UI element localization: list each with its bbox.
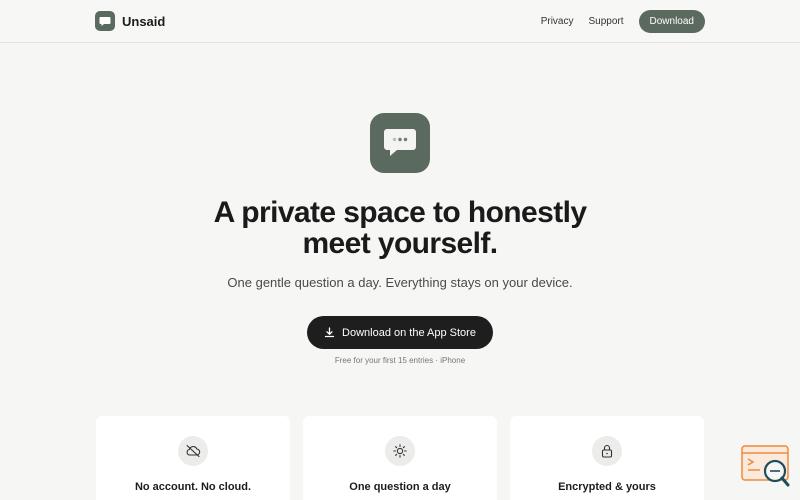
chat-bubble-icon xyxy=(370,113,430,173)
app-store-download-label: Download on the App Store xyxy=(342,326,476,339)
chat-bubble-icon xyxy=(95,11,115,31)
feature-card-no-account: No account. No cloud. xyxy=(96,416,290,500)
feature-card-encrypted: Encrypted & yours xyxy=(510,416,704,500)
nav-download-button[interactable]: Download xyxy=(638,10,705,33)
pricing-note: Free for your first 15 entries · iPhone xyxy=(334,356,466,365)
nav-links: Privacy Support Download xyxy=(541,10,705,33)
nav-link-support[interactable]: Support xyxy=(588,16,623,27)
download-icon xyxy=(324,327,335,338)
sun-icon xyxy=(385,436,415,466)
feature-title: Encrypted & yours xyxy=(558,481,656,493)
top-nav: Unsaid Privacy Support Download xyxy=(0,0,800,43)
brand[interactable]: Unsaid xyxy=(95,11,165,31)
headline-line-1: A private space to honestly xyxy=(213,196,587,229)
feature-title: No account. No cloud. xyxy=(134,481,252,493)
feature-card-one-question: One question a day xyxy=(303,416,497,500)
hero-subline: One gentle question a day. Everything st… xyxy=(227,275,573,290)
nav-link-privacy[interactable]: Privacy xyxy=(541,16,574,27)
brand-name: Unsaid xyxy=(122,13,166,29)
search-console-icon[interactable] xyxy=(741,445,790,487)
app-store-download-button[interactable]: Download on the App Store xyxy=(307,316,493,349)
cloud-off-icon xyxy=(178,436,208,466)
hero-headline: A private space to honestly meet yoursel… xyxy=(0,197,800,259)
feature-title: One question a day xyxy=(349,481,451,493)
headline-line-2: meet yourself. xyxy=(302,227,498,260)
lock-icon xyxy=(592,436,622,466)
